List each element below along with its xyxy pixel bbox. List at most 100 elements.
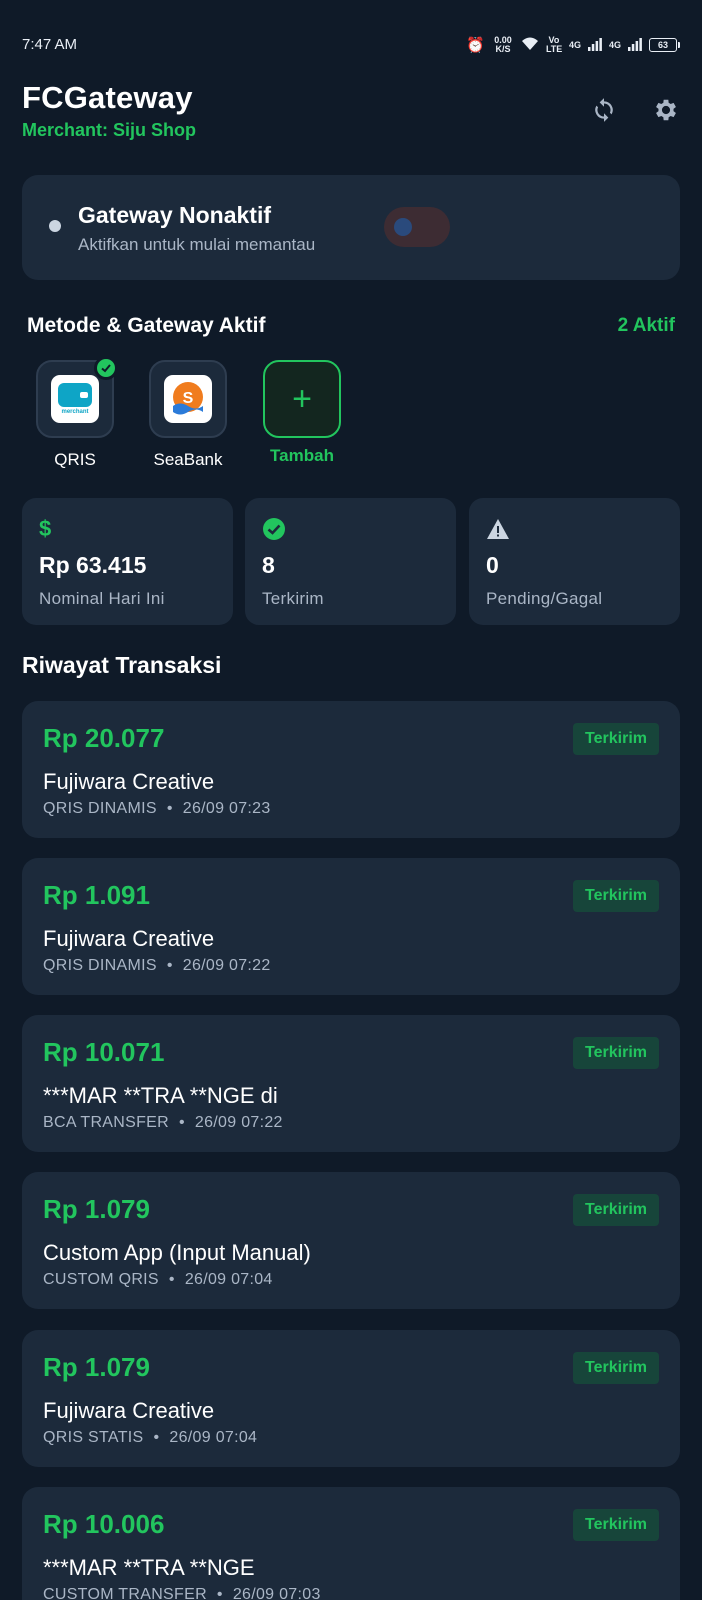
transaction-time: 26/09 07:23 [182,800,271,817]
transaction-name: Fujiwara Creative [43,769,215,794]
add-method-label: Tambah [270,446,334,465]
volte-indicator: Vo LTE [545,35,563,54]
alarm-icon: ⏰ [466,36,485,54]
battery-tip [678,42,680,48]
settings-button[interactable] [652,96,680,124]
transaction-method: QRIS DINAMIS [43,957,157,974]
transaction-card[interactable]: Rp 1.079 Terkirim Custom App (Input Manu… [22,1172,680,1309]
active-methods-count: 2 Aktif [617,315,675,336]
net-speed: 0.00 K/S [494,35,512,54]
status-icons: ⏰ 0.00 K/S Vo LTE 4G 4G 63 [466,36,680,54]
status-badge: Terkirim [573,1509,659,1541]
stat-nominal-label: Nominal Hari Ini [39,589,165,608]
method-qris[interactable]: merchant QRIS [35,356,118,470]
gateway-status-title: Gateway Nonaktif [78,202,271,228]
method-seabank-label: SeaBank [153,450,223,469]
transaction-amount: Rp 10.071 [43,1037,165,1067]
meta-separator: • [166,957,173,974]
seabank-logo-letter: S [183,390,194,407]
transaction-amount: Rp 10.006 [43,1509,165,1539]
check-circle-icon [262,516,439,542]
meta-separator: • [168,1271,175,1288]
transaction-name: ***MAR **TRA **NGE [43,1555,255,1580]
status-badge: Terkirim [573,1352,659,1384]
app-screen: 7:47 AM ⏰ 0.00 K/S Vo LTE 4G 4G 63 FCGat… [0,0,702,1600]
status-badge: Terkirim [573,723,659,755]
stat-pending-value: 0 [486,552,499,578]
transaction-meta: QRIS DINAMIS • 26/09 07:23 [43,800,271,818]
transaction-meta: CUSTOM TRANSFER • 26/09 07:03 [43,1586,321,1600]
transaction-meta: BCA TRANSFER • 26/09 07:22 [43,1114,283,1132]
stat-sent-value: 8 [262,552,275,578]
signal-2-label: 4G [608,39,621,50]
transaction-amount: Rp 1.079 [43,1194,150,1224]
gateway-status-subtitle: Aktifkan untuk mulai memantau [78,235,316,254]
transaction-card[interactable]: Rp 1.091 Terkirim Fujiwara Creative QRIS… [22,858,680,995]
plus-icon: + [263,360,341,438]
app-header: FCGateway Merchant: Siju Shop [22,80,680,150]
meta-separator: • [166,800,173,817]
stat-card-sent: 8 Terkirim [245,498,456,625]
wifi-icon [521,37,539,53]
stat-card-nominal: $ Rp 63.415 Nominal Hari Ini [22,498,233,625]
transaction-method: BCA TRANSFER [43,1114,169,1131]
status-badge: Terkirim [573,1037,659,1069]
transaction-card[interactable]: Rp 10.071 Terkirim ***MAR **TRA **NGE di… [22,1015,680,1152]
stat-pending-label: Pending/Gagal [486,589,603,608]
transaction-time: 26/09 07:22 [194,1114,283,1131]
seabank-logo-icon: S [164,375,212,423]
add-method-button[interactable]: + Tambah [262,360,342,466]
transaction-time: 26/09 07:03 [232,1586,321,1600]
stat-card-pending: 0 Pending/Gagal [469,498,680,625]
transaction-meta: CUSTOM QRIS • 26/09 07:04 [43,1271,273,1289]
method-qris-label: QRIS [54,450,96,469]
transaction-amount: Rp 1.079 [43,1352,150,1382]
gateway-toggle[interactable] [384,207,450,247]
transaction-meta: QRIS DINAMIS • 26/09 07:22 [43,957,271,975]
transaction-time: 26/09 07:04 [184,1271,273,1288]
merchant-name: Merchant: Siju Shop [22,120,197,140]
transaction-card[interactable]: Rp 20.077 Terkirim Fujiwara Creative QRI… [22,701,680,838]
meta-separator: • [216,1586,223,1600]
battery-icon: 63 [649,38,677,52]
header-actions [590,96,680,124]
transaction-name: Fujiwara Creative [43,926,215,951]
transaction-amount: Rp 20.077 [43,723,165,753]
status-dot [49,220,61,232]
qris-logo-icon: merchant [51,375,99,423]
transaction-meta: QRIS STATIS • 26/09 07:04 [43,1429,257,1447]
app-title: FCGateway [22,80,193,115]
status-bar: 7:47 AM ⏰ 0.00 K/S Vo LTE 4G 4G 63 [0,0,702,84]
meta-separator: • [153,1429,160,1446]
transaction-name: ***MAR **TRA **NGE di [43,1083,278,1108]
gateway-status-card: Gateway Nonaktif Aktifkan untuk mulai me… [22,175,680,280]
method-seabank-box: S [149,360,227,438]
active-check-icon [94,356,118,380]
transaction-name: Fujiwara Creative [43,1398,215,1423]
transaction-method: CUSTOM QRIS [43,1271,159,1288]
signal-icon [628,37,642,53]
signal-icon [587,37,602,53]
method-qris-box: merchant [36,356,118,438]
wallet-icon [58,383,92,407]
transaction-card[interactable]: Rp 10.006 Terkirim ***MAR **TRA **NGE CU… [22,1487,680,1600]
stat-sent-label: Terkirim [262,589,324,608]
dollar-icon: $ [39,516,52,541]
status-time: 7:47 AM [22,36,78,53]
sync-button[interactable] [590,96,618,124]
warning-icon [486,516,663,542]
transaction-method: CUSTOM TRANSFER [43,1586,207,1600]
sync-icon [595,98,613,122]
transaction-method: QRIS STATIS [43,1429,144,1446]
methods-section-title: Metode & Gateway Aktif [27,314,266,337]
transaction-time: 26/09 07:22 [182,957,271,974]
status-badge: Terkirim [573,1194,659,1226]
transactions-section-title: Riwayat Transaksi [22,652,222,678]
qris-logo-text: merchant [61,409,89,415]
signal-1-label: 4G [568,39,581,50]
toggle-knob [394,218,412,236]
method-seabank[interactable]: S SeaBank [148,360,228,470]
transaction-card[interactable]: Rp 1.079 Terkirim Fujiwara Creative QRIS… [22,1330,680,1467]
gear-icon [656,99,676,121]
transaction-time: 26/09 07:04 [169,1429,258,1446]
